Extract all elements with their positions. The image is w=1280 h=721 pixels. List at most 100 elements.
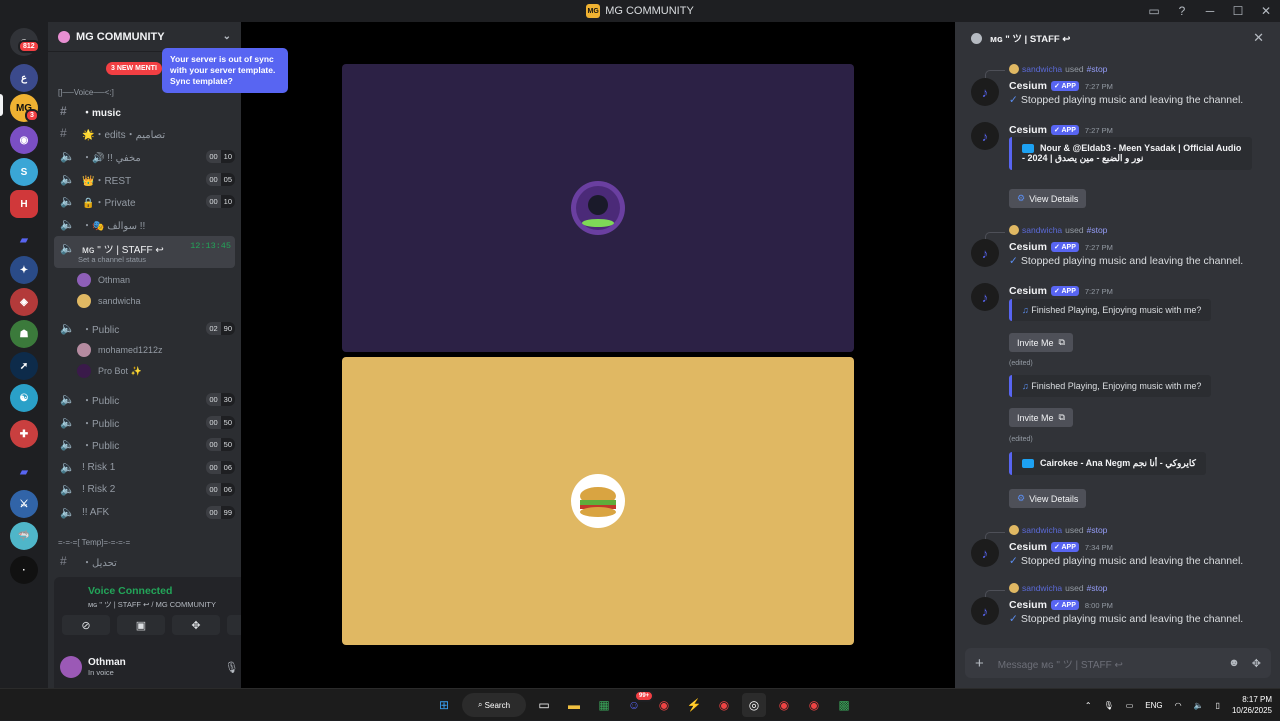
server-icon[interactable]: ☗: [10, 320, 38, 348]
wifi-icon[interactable]: ◠: [1175, 701, 1182, 710]
chrome-icon[interactable]: ◉: [712, 693, 736, 717]
reply-reference[interactable]: sandwicha used #stop: [1009, 225, 1107, 235]
voice-channel[interactable]: 🔈 ・Public 02 90: [54, 317, 235, 339]
server-icon[interactable]: ➚: [10, 352, 38, 380]
clock[interactable]: 8:17 PM 10/26/2025: [1232, 694, 1272, 716]
microphone-icon[interactable]: 🎙: [224, 661, 238, 674]
help-icon[interactable]: ?: [1168, 4, 1196, 18]
voice-member[interactable]: mohamed1212z: [77, 340, 163, 360]
bot-name[interactable]: Cesium: [1009, 241, 1047, 253]
server-icon[interactable]: S: [10, 158, 38, 186]
new-mentions-badge[interactable]: 3 NEW MENTI: [106, 62, 162, 75]
inbox-icon[interactable]: ▭: [1140, 4, 1168, 18]
view-details-button[interactable]: ⚙ View Details: [1009, 189, 1087, 208]
chevron-down-icon[interactable]: ⌄: [223, 31, 231, 42]
participant-tile[interactable]: [342, 64, 854, 352]
folder-icon[interactable]: ▰: [10, 458, 38, 486]
server-icon[interactable]: ·: [10, 556, 38, 584]
category-temp[interactable]: =-=-=[ Temp]=-=-=-=: [58, 538, 130, 547]
server-icon[interactable]: ✚: [10, 420, 38, 448]
maximize-button[interactable]: ☐: [1224, 4, 1252, 18]
camera-off-button[interactable]: ⊘: [62, 615, 110, 635]
close-button[interactable]: ✕: [1252, 4, 1280, 18]
message-composer[interactable]: + Message ᴍɢ " ツ | STAFF ↩ ☻ ✥: [965, 648, 1271, 678]
invite-me-button[interactable]: Invite Me ⧉: [1009, 333, 1073, 352]
bot-name[interactable]: Cesium: [1009, 599, 1047, 611]
voice-channel[interactable]: 🔈 ・Public 00 30: [54, 388, 235, 410]
voice-channel[interactable]: 🔈 ・Public 00 50: [54, 411, 235, 433]
voice-channel[interactable]: 🔈 ・🎭 سوالف !!: [54, 213, 235, 235]
voice-member[interactable]: Pro Bot ✨: [77, 361, 142, 381]
voice-channel[interactable]: 🔈 👑・REST 00 05: [54, 168, 235, 190]
server-icon[interactable]: ⚔: [10, 490, 38, 518]
volume-icon[interactable]: 🔈: [1194, 701, 1204, 710]
reply-reference[interactable]: sandwicha used #stop: [1009, 64, 1107, 74]
minecraft-icon[interactable]: ▩: [832, 693, 856, 717]
chrome-icon[interactable]: ◉: [772, 693, 796, 717]
template-sync-tooltip[interactable]: Your server is out of sync with your ser…: [162, 48, 288, 93]
server-icon[interactable]: ع: [10, 64, 38, 92]
server-icon[interactable]: 🦈: [10, 522, 38, 550]
view-details-button[interactable]: ⚙ View Details: [1009, 489, 1087, 508]
chrome-icon[interactable]: ◉: [802, 693, 826, 717]
reply-reference[interactable]: sandwicha used #stop: [1009, 525, 1107, 535]
channel-music[interactable]: # ・music: [54, 100, 235, 122]
bot-avatar[interactable]: ♪: [971, 539, 999, 567]
channel-status[interactable]: Set a channel status: [78, 255, 146, 264]
server-icon[interactable]: ◉: [10, 126, 38, 154]
microphone-icon[interactable]: 🎙: [1104, 701, 1114, 710]
server-icon[interactable]: ◈: [10, 288, 38, 316]
participant-tile[interactable]: [342, 357, 854, 645]
voice-channel[interactable]: 🔈 🔒・Private 00 10: [54, 190, 235, 212]
voice-channel[interactable]: 🔈 ・Public 00 50: [54, 433, 235, 455]
voice-channel[interactable]: 🔈 ! Risk 1 00 06: [54, 456, 235, 478]
server-icon[interactable]: ☯: [10, 384, 38, 412]
emoji-icon[interactable]: ☻: [1228, 657, 1240, 670]
bot-avatar[interactable]: ♪: [971, 122, 999, 150]
reply-reference[interactable]: sandwicha used #stop: [1009, 583, 1107, 593]
minimize-button[interactable]: ─: [1196, 4, 1224, 18]
app-icon[interactable]: ⚡: [682, 693, 706, 717]
speaker-icon: 🔈: [60, 321, 75, 335]
invite-me-button[interactable]: Invite Me ⧉: [1009, 408, 1073, 427]
server-icon[interactable]: H: [10, 190, 38, 218]
voice-connected-subtitle[interactable]: ᴍɢ " ツ | STAFF ↩ / MG COMMUNITY: [88, 599, 216, 610]
voice-channel-staff-active[interactable]: 🔈 ᴍɢ " ツ | STAFF ↩ 12:13:45 Set a channe…: [54, 236, 235, 268]
bot-name[interactable]: Cesium: [1009, 541, 1047, 553]
task-view-icon[interactable]: ▭: [532, 693, 556, 717]
voice-member[interactable]: sandwicha: [77, 291, 141, 311]
app-icon[interactable]: ◎: [742, 693, 766, 717]
voice-member[interactable]: Othman: [77, 270, 130, 290]
chrome-icon[interactable]: ◉: [652, 693, 676, 717]
plus-icon[interactable]: +: [975, 655, 984, 672]
bot-name[interactable]: Cesium: [1009, 285, 1047, 297]
bot-avatar[interactable]: ♪: [971, 239, 999, 267]
channel-temp[interactable]: # ・تحديل: [54, 550, 235, 572]
taskbar-search[interactable]: ⌕ Search: [462, 693, 526, 717]
voice-channel[interactable]: 🔈 ! Risk 2 00 06: [54, 478, 235, 500]
screen-share-button[interactable]: ▣: [117, 615, 165, 635]
category-voice[interactable]: []──Voice──<:]: [58, 88, 114, 97]
chevron-up-icon[interactable]: ⌃: [1085, 701, 1092, 710]
bot-avatar[interactable]: ♪: [971, 78, 999, 106]
activities-button[interactable]: ✥: [172, 615, 220, 635]
app-icon[interactable]: ▦: [592, 693, 616, 717]
close-icon[interactable]: ✕: [1253, 30, 1264, 46]
bot-avatar[interactable]: ♪: [971, 283, 999, 311]
battery-icon[interactable]: ▯: [1216, 701, 1220, 710]
bot-name[interactable]: Cesium: [1009, 124, 1047, 136]
bot-name[interactable]: Cesium: [1009, 80, 1047, 92]
channel-edits[interactable]: # 🌟・edits・تصاميم: [54, 122, 235, 144]
file-explorer-icon[interactable]: ▬: [562, 693, 586, 717]
voice-channel[interactable]: 🔈 ・🔊 !! مخفي 00 10: [54, 145, 235, 167]
apps-icon[interactable]: ✥: [1252, 657, 1261, 670]
server-icon[interactable]: ✦: [10, 256, 38, 284]
folder-icon[interactable]: ▰: [10, 226, 38, 254]
message-input[interactable]: Message ᴍɢ " ツ | STAFF ↩: [998, 656, 1123, 671]
discord-icon[interactable]: ☺ 99+: [622, 690, 655, 717]
start-icon[interactable]: ⊞: [432, 693, 456, 717]
display-icon[interactable]: ▭: [1126, 701, 1134, 710]
bot-avatar[interactable]: ♪: [971, 597, 999, 625]
language-indicator[interactable]: ENG: [1145, 701, 1162, 710]
voice-channel-afk[interactable]: 🔈 !! AFK 00 99: [54, 501, 235, 523]
